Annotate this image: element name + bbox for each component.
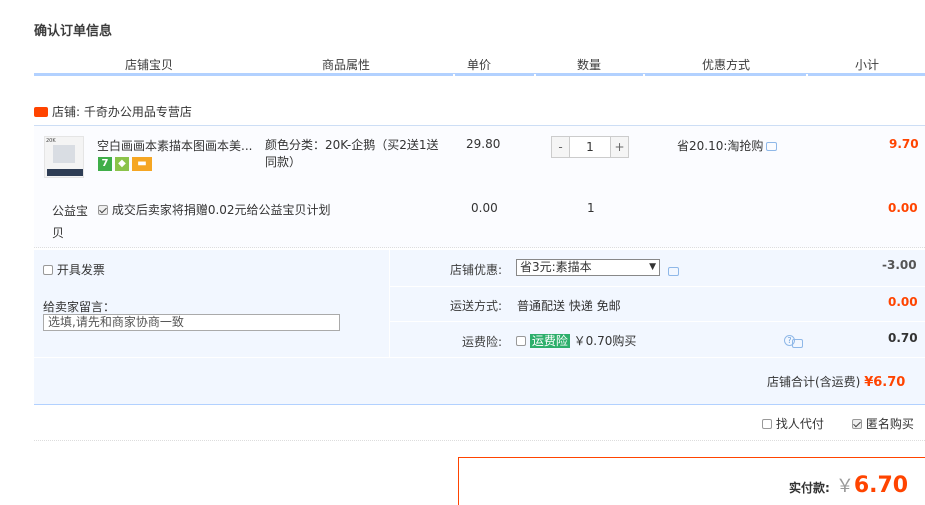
discount-text: 省20.10:淘抢购 (677, 137, 778, 154)
shop-discount-select[interactable]: 省3元:素描本 ▼ (516, 259, 660, 276)
insurance-checkbox[interactable] (516, 335, 526, 346)
actual-payment: 实付款: ￥6.70 (789, 472, 908, 498)
col-shop-item: 店铺宝贝 (125, 58, 174, 72)
insurance-label: 运费险: (462, 335, 503, 349)
shield-icon[interactable]: ◆ (115, 157, 129, 171)
dropdown-arrow-icon: ▼ (649, 262, 656, 272)
shipping-amount: 0.00 (888, 295, 918, 309)
charity-price: 0.00 (471, 201, 498, 215)
col-price: 单价 (467, 58, 492, 72)
insurance-tag: 运费险 (529, 334, 570, 348)
actual-payment-label: 实付款: (789, 481, 830, 495)
charity-text: 成交后卖家将捐赠0.02元给公益宝贝计划 (111, 203, 331, 217)
insurance-option: 运费险 ￥0.70购买 (516, 332, 636, 349)
unit-price: 29.80 (466, 137, 501, 151)
help-icon[interactable]: ? (784, 335, 795, 346)
shipping-label: 运送方式: (450, 299, 503, 313)
shop-label: 店铺: (52, 105, 81, 119)
charity-label: 公益宝贝 (52, 204, 89, 240)
service-icons: 7 ◆ ▬ (98, 157, 155, 171)
anonymous-option: 匿名购买 (852, 415, 914, 432)
col-discount: 优惠方式 (702, 58, 751, 72)
product-attributes: 颜色分类：20K-企鹅（买2送1送同款） (265, 138, 439, 169)
message-label: 给卖家留言： (43, 300, 116, 314)
col-subtotal: 小计 (855, 58, 880, 72)
qty-minus-button[interactable]: - (551, 136, 570, 158)
invoice-checkbox[interactable] (43, 264, 53, 275)
charity-checkbox[interactable] (98, 204, 108, 215)
discount-label: 省20.10:淘抢购 (677, 139, 764, 153)
insurance-amount: 0.70 (888, 331, 918, 345)
product-thumbnail[interactable]: 20K (44, 136, 84, 178)
seven-day-return-icon[interactable]: 7 (98, 157, 112, 171)
qty-input[interactable]: 1 (570, 136, 610, 158)
currency-symbol: ￥ (835, 476, 854, 497)
shop-discount-label: 店铺优惠: (450, 263, 503, 277)
shop-discount-value: 省3元:素描本 (520, 260, 592, 274)
qty-plus-button[interactable]: + (610, 136, 629, 158)
shop-row: 店铺: 千奇办公用品专营店 (34, 103, 192, 120)
comment-icon[interactable] (668, 267, 679, 276)
shop-total: 店铺合计(含运费) ¥6.70 (767, 373, 905, 390)
proxy-pay-checkbox[interactable] (762, 418, 772, 429)
comment-icon[interactable] (766, 142, 778, 151)
shop-total-value: ¥6.70 (864, 375, 906, 390)
proxy-pay-label: 找人代付 (775, 417, 824, 431)
shop-total-label: 店铺合计(含运费) (767, 375, 861, 389)
seller-message-input[interactable]: 选填,请先和商家协商一致 (43, 314, 340, 331)
shop-discount-amount: -3.00 (882, 258, 917, 272)
thumb-size-label: 20K (46, 138, 56, 144)
card-icon[interactable]: ▬ (132, 157, 152, 171)
col-quantity: 数量 (577, 58, 602, 72)
charity-subtotal: 0.00 (888, 201, 918, 215)
anonymous-checkbox[interactable] (852, 418, 862, 429)
shop-name-link[interactable]: 千奇办公用品专营店 (84, 105, 192, 119)
shipping-method: 普通配送 快递 免邮 (517, 299, 621, 313)
quantity-stepper: - 1 + (551, 136, 629, 158)
col-attributes: 商品属性 (322, 58, 371, 72)
charity-quantity: 1 (587, 201, 595, 215)
item-subtotal: 9.70 (889, 137, 919, 151)
proxy-pay-option: 找人代付 (762, 415, 824, 432)
table-header: 店铺宝贝 商品属性 单价 数量 优惠方式 小计 (34, 50, 925, 77)
invoice-label: 开具发票 (56, 263, 105, 277)
product-name-link[interactable]: 空白画画本素描本图画本美... (97, 137, 257, 154)
actual-payment-amount: 6.70 (853, 473, 909, 498)
charity-option: 成交后卖家将捐赠0.02元给公益宝贝计划 (98, 201, 331, 218)
invoice-option: 开具发票 (43, 261, 105, 278)
page-title: 确认订单信息 (34, 24, 113, 39)
insurance-price: ￥0.70购买 (573, 334, 637, 348)
anonymous-label: 匿名购买 (865, 417, 914, 431)
shop-badge-icon (34, 106, 48, 117)
